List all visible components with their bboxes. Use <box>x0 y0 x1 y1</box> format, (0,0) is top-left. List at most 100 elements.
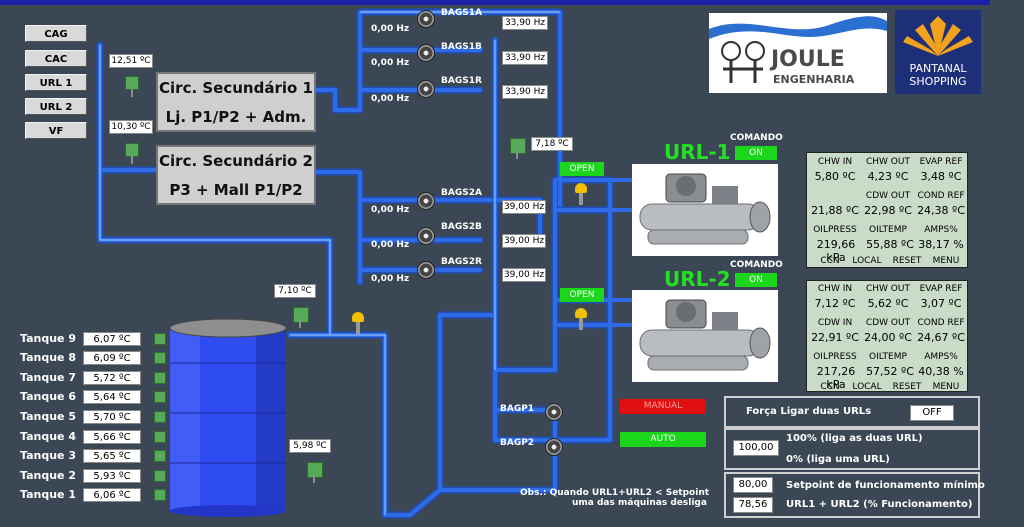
tank-value: 5,65 ºC <box>83 449 141 463</box>
valve-icon[interactable] <box>575 308 587 330</box>
val: 5,62 ºC <box>867 297 909 310</box>
pump-icon[interactable] <box>417 10 435 28</box>
temp-header: 7,18 ºC <box>531 137 573 151</box>
hdr: CHW OUT <box>866 284 910 294</box>
chiller-1-panel: CHW IN CHW OUT EVAP REF 5,80 ºC 4,23 ºC 3,48… <box>806 152 968 268</box>
chiller-1-command-label: COMANDO <box>730 133 783 143</box>
nav-cag-button[interactable]: CAG <box>25 25 87 42</box>
pump-icon[interactable] <box>417 192 435 210</box>
hdr: OILTEMP <box>869 225 907 235</box>
pump-hz-left: 0,00 Hz <box>371 94 410 104</box>
pump-label: BAGS1A <box>441 8 482 18</box>
val: 22,98 ºC <box>864 204 912 217</box>
nav-vf-button[interactable]: VF <box>25 122 87 139</box>
panel-ccn-button[interactable]: CCN <box>813 256 847 266</box>
pump-icon[interactable] <box>417 80 435 98</box>
force-toggle[interactable]: OFF <box>910 405 954 421</box>
storage-tank <box>169 318 287 517</box>
sum-label: URL1 + URL2 (% Funcionamento) <box>786 499 973 510</box>
tank-value: 5,70 ºC <box>83 410 141 424</box>
val: 5,80 ºC <box>814 170 856 183</box>
tank-sensor-icon <box>154 333 166 345</box>
tank-label: Tanque 5 <box>20 410 76 423</box>
circuit-secondary-2[interactable]: Circ. Secundário 2 P3 + Mall P1/P2 <box>156 145 316 205</box>
nav-cac-button[interactable]: CAC <box>25 50 87 67</box>
nav-url1-button[interactable]: URL 1 <box>25 74 87 91</box>
hdr: COND REF <box>917 191 965 201</box>
pump-icon[interactable] <box>417 44 435 62</box>
pump-label: BAGS1R <box>441 76 482 86</box>
chiller-1-command-toggle[interactable]: ON <box>735 146 777 160</box>
panel-menu-button[interactable]: MENU <box>927 382 965 392</box>
panel-local-button[interactable]: LOCAL <box>847 382 887 392</box>
hdr: AMPS% <box>924 225 958 235</box>
valve-icon[interactable] <box>352 312 364 334</box>
panel-local-button[interactable]: LOCAL <box>847 256 887 266</box>
val: 57,52 ºC <box>866 365 914 378</box>
tank-label: Tanque 9 <box>20 332 76 345</box>
pump-hz-right: 33,90 Hz <box>502 85 548 99</box>
pump-hz-right: 33,90 Hz <box>502 16 548 30</box>
tank-sensor-icon <box>154 470 166 482</box>
tank-value: 5,93 ºC <box>83 469 141 483</box>
manual-mode-button[interactable]: MANUAL <box>620 399 706 414</box>
tank-label: Tanque 4 <box>20 430 76 443</box>
joule-logo: JOULE ENGENHARIA <box>709 13 887 93</box>
hdr: AMPS% <box>924 352 958 362</box>
tank-label: Tanque 8 <box>20 351 76 364</box>
sum-value: 78,56 <box>733 497 773 513</box>
tank-sensor-icon <box>154 411 166 423</box>
panel-menu-button[interactable]: MENU <box>927 256 965 266</box>
circuit-1-subtitle: Lj. P1/P2 + Adm. <box>165 108 307 126</box>
hdr: EVAP REF <box>919 284 963 294</box>
pump-label: BAGS2R <box>441 257 482 267</box>
temp-return-sec2: 10,30 ºC <box>109 120 153 134</box>
circuit-secondary-1[interactable]: Circ. Secundário 1 Lj. P1/P2 + Adm. <box>156 72 316 132</box>
pump-icon[interactable] <box>417 227 435 245</box>
tank-sensor-icon <box>154 352 166 364</box>
chiller-1-image[interactable] <box>632 164 778 256</box>
force-label: Força Ligar duas URLs <box>746 406 872 417</box>
temp-tank-out: 5,98 ºC <box>289 439 331 453</box>
valve-icon[interactable] <box>575 183 587 205</box>
setpoint-label: Setpoint de funcionamento mínimo <box>786 480 985 491</box>
chiller-2-image[interactable] <box>632 290 778 382</box>
temperature-sensor-icon <box>293 307 309 328</box>
nav-url2-button[interactable]: URL 2 <box>25 98 87 115</box>
pump-icon[interactable] <box>545 438 563 456</box>
panel-reset-button[interactable]: RESET <box>887 382 927 392</box>
pump-hz-left: 0,00 Hz <box>371 58 410 68</box>
panel-reset-button[interactable]: RESET <box>887 256 927 266</box>
val: 4,23 ºC <box>867 170 909 183</box>
chiller-2-command-toggle[interactable]: ON <box>735 273 777 287</box>
pump-icon[interactable] <box>545 403 563 421</box>
pump-label: BAGP2 <box>500 438 535 448</box>
hdr: CDW IN <box>817 318 853 328</box>
setpoint-input[interactable]: 80,00 <box>733 477 773 493</box>
tank-sensor-icon <box>154 391 166 403</box>
percent-line1: 100% (liga as duas URL) <box>786 433 923 444</box>
pump-label: BAGS2B <box>441 222 482 232</box>
hdr: CDW OUT <box>865 191 911 201</box>
joule-wordmark: JOULE <box>771 47 845 72</box>
tank-label: Tanque 2 <box>20 469 76 482</box>
tank-label: Tanque 7 <box>20 371 76 384</box>
chiller-2-command-label: COMANDO <box>730 260 783 270</box>
panel-ccn-button[interactable]: CCN <box>813 382 847 392</box>
tank-sensor-icon <box>154 489 166 501</box>
valve-status-2: OPEN <box>560 288 604 302</box>
pump-hz-left: 0,00 Hz <box>371 24 410 34</box>
pantanal-flower-icon <box>903 16 973 56</box>
pantanal-logo: PANTANAL SHOPPING <box>895 10 981 94</box>
hdr: OILTEMP <box>869 352 907 362</box>
auto-mode-button[interactable]: AUTO <box>620 432 706 447</box>
tank-value: 5,72 ºC <box>83 371 141 385</box>
temperature-sensor-icon <box>125 76 139 97</box>
tank-label: Tanque 1 <box>20 488 76 501</box>
tank-label: Tanque 3 <box>20 449 76 462</box>
scada-screen: CAG CAC URL 1 URL 2 VF 12,51 ºC 10,30 ºC… <box>0 0 1024 527</box>
pump-label: BAGS1B <box>441 42 482 52</box>
pump-icon[interactable] <box>417 261 435 279</box>
pump-hz-left: 0,00 Hz <box>371 274 410 284</box>
percent-input[interactable]: 100,00 <box>733 440 779 456</box>
